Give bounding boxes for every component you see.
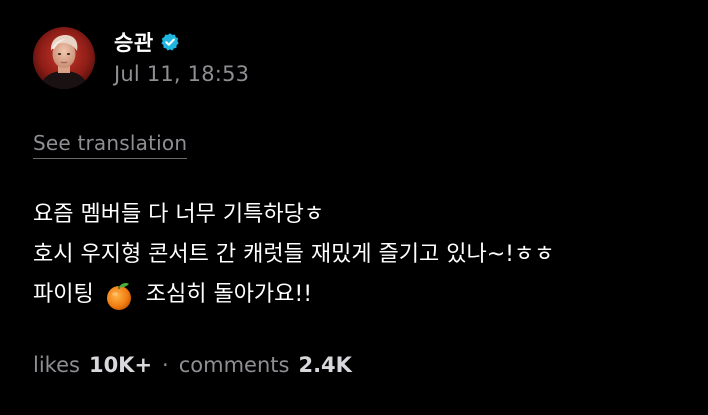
comments-count[interactable]: 2.4K — [298, 353, 351, 377]
comments-label: comments — [178, 353, 290, 377]
post-text-line-1: 요즘 멤버들 다 너무 기특하당ㅎ — [33, 202, 325, 227]
stats-separator: · — [162, 353, 169, 377]
likes-label: likes — [33, 353, 80, 377]
avatar-image — [33, 27, 95, 89]
post-text-segment: 조심히 돌아가요!! — [145, 282, 313, 307]
verified-badge-icon — [160, 32, 180, 52]
post-text-line-3: 파이팅 조심히 돌아가요!! — [33, 275, 555, 315]
post-timestamp: Jul 11, 18:53 — [114, 61, 250, 86]
avatar[interactable] — [33, 27, 95, 89]
post-card: 승관 Jul 11, 18:53 See translation 요즘 멤버들 … — [0, 0, 708, 415]
post-text-segment: 파이팅 — [33, 282, 94, 307]
post-content: 요즘 멤버들 다 너무 기특하당ㅎ 호시 우지형 콘서트 간 캐럿들 재밌게 즐… — [33, 195, 555, 315]
author-block: 승관 Jul 11, 18:53 — [114, 29, 249, 86]
post-header: 승관 Jul 11, 18:53 — [33, 27, 249, 89]
author-name[interactable]: 승관 — [114, 27, 154, 57]
post-text-line-2: 호시 우지형 콘서트 간 캐럿들 재밌게 즐기고 있나~!ㅎㅎ — [33, 242, 555, 267]
likes-count[interactable]: 10K+ — [89, 353, 152, 377]
orange-icon — [104, 281, 134, 311]
author-name-row: 승관 — [114, 29, 249, 55]
see-translation-link[interactable]: See translation — [33, 131, 188, 159]
post-stats: likes 10K+ · comments 2.4K — [33, 353, 352, 377]
